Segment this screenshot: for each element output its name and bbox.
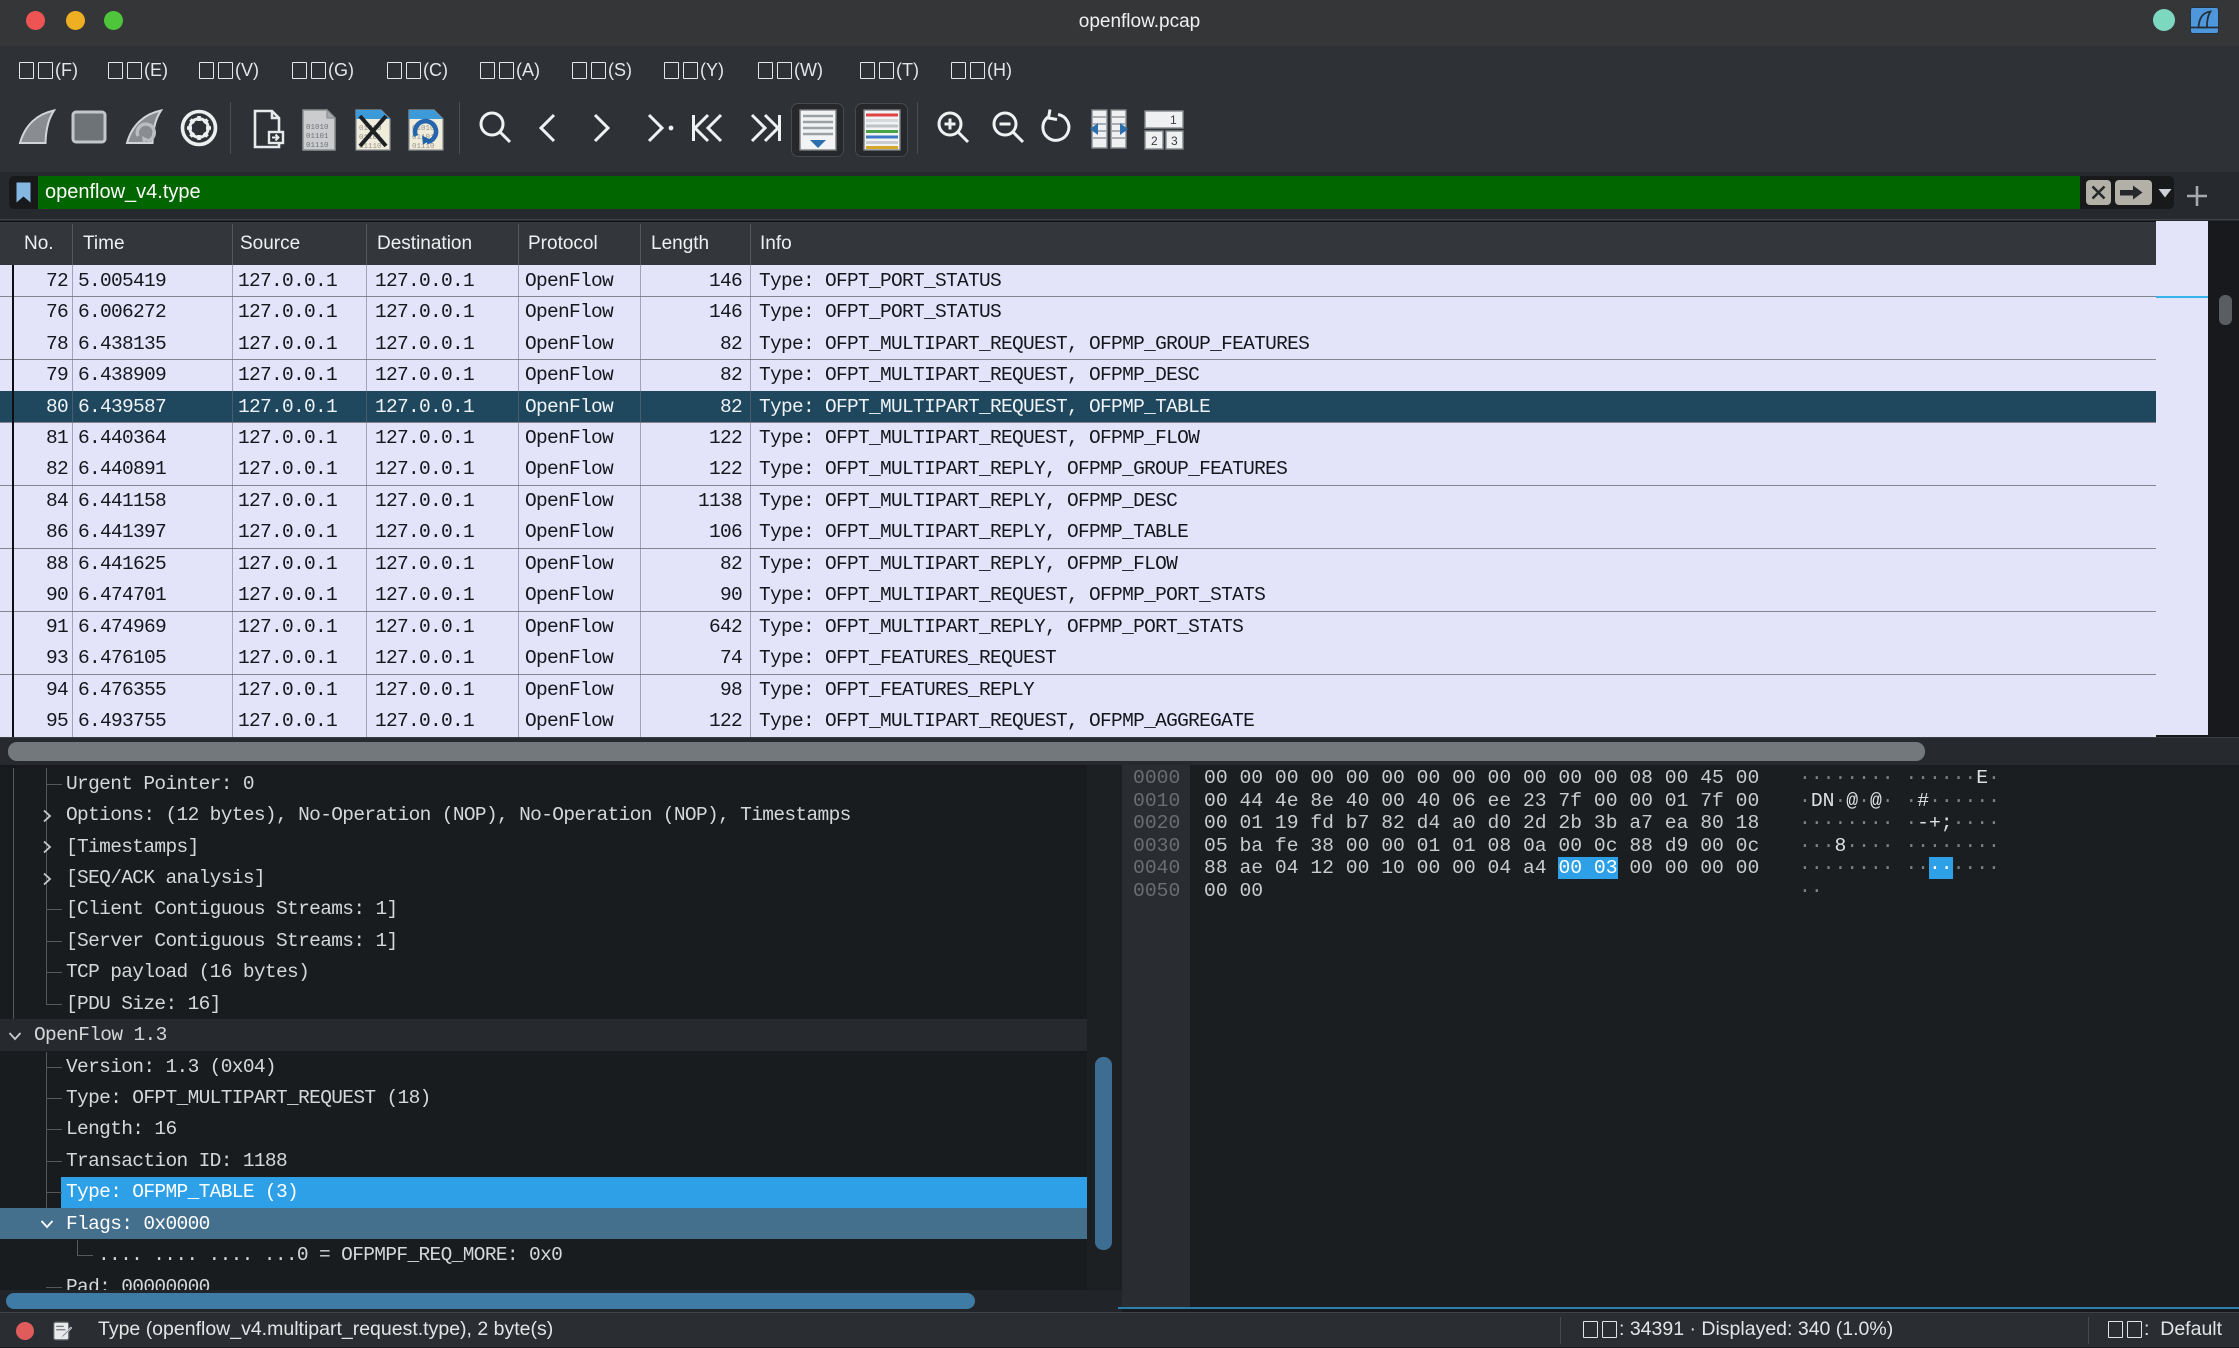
svg-text:2: 2 <box>1151 134 1158 148</box>
svg-text:01110: 01110 <box>306 142 329 150</box>
svg-text:1: 1 <box>1170 113 1177 127</box>
svg-text:01101: 01101 <box>306 133 329 141</box>
svg-text:01010: 01010 <box>306 124 329 132</box>
svg-text:3: 3 <box>1171 134 1178 148</box>
